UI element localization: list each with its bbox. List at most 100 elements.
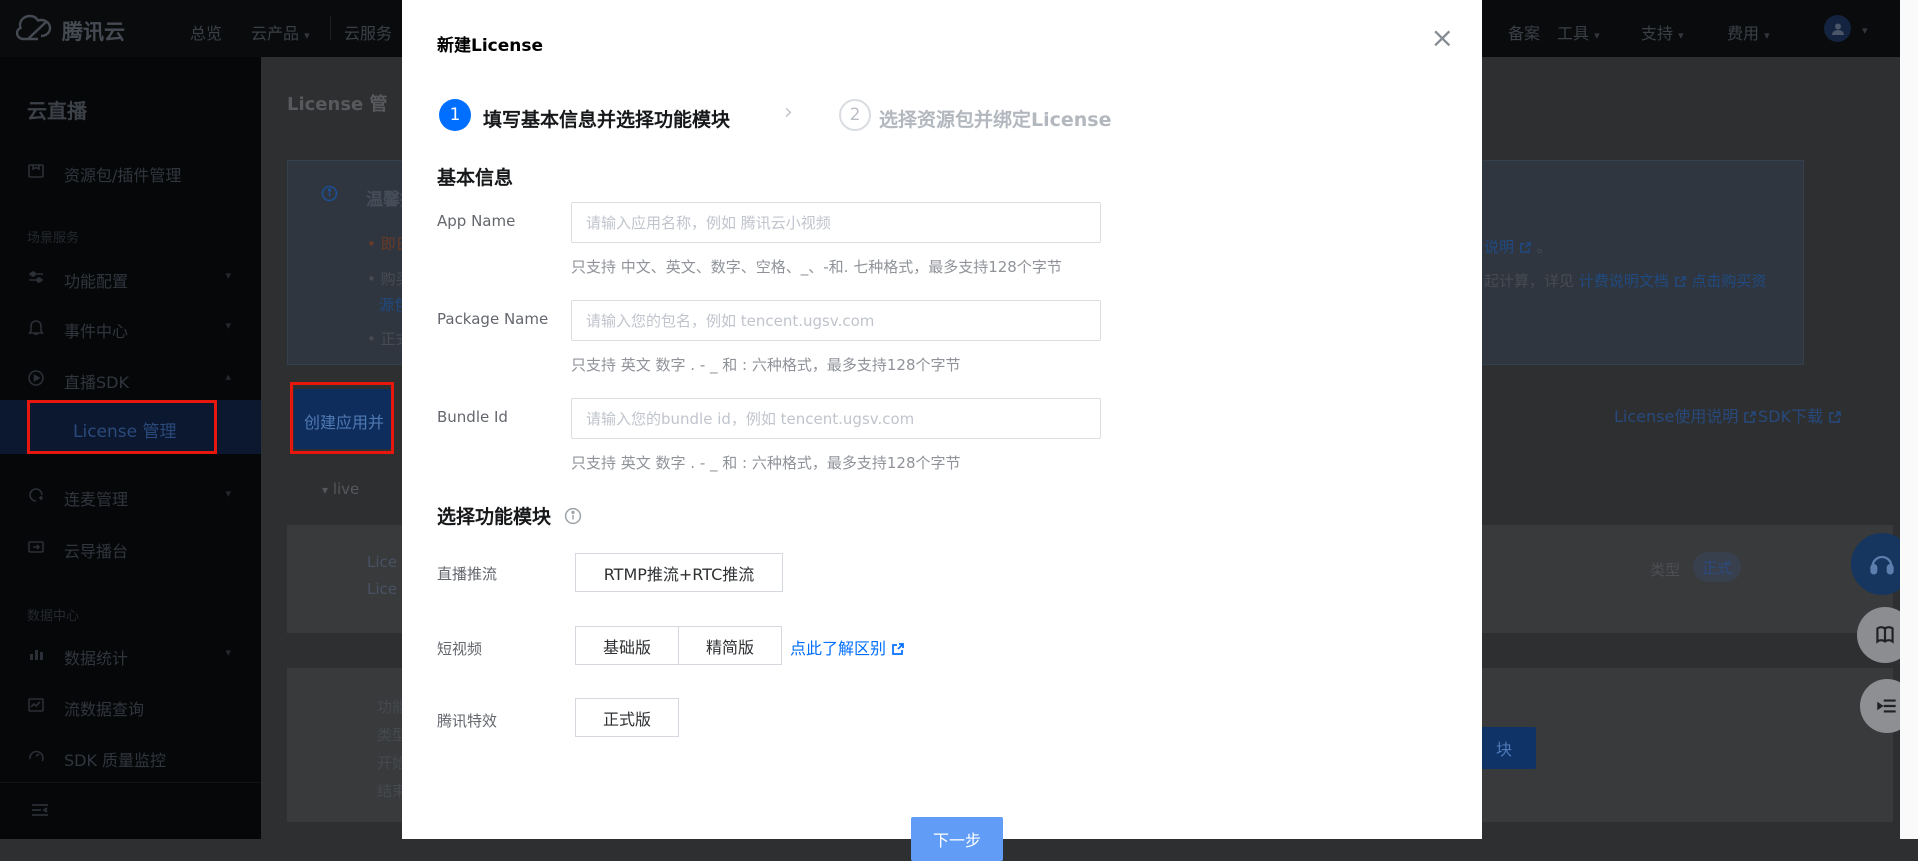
live-group-header[interactable]: ▾ live bbox=[322, 480, 359, 498]
monitor-icon bbox=[27, 538, 45, 556]
short-video-lite-option[interactable]: 精简版 bbox=[678, 626, 782, 665]
sidebar-item-live-sdk[interactable]: 直播SDK ▴ bbox=[0, 368, 261, 392]
info-icon bbox=[321, 185, 338, 206]
avatar[interactable] bbox=[1824, 15, 1851, 42]
step-arrow-icon: › bbox=[784, 100, 793, 125]
step-2-label: 选择资源包并绑定License bbox=[879, 105, 1112, 132]
bell-icon bbox=[27, 318, 45, 336]
external-link-icon bbox=[1674, 274, 1687, 292]
license-doc-link[interactable]: License使用说明 bbox=[1614, 403, 1757, 428]
type-badge: 正式 bbox=[1693, 552, 1741, 582]
chevron-down-icon: ▾ bbox=[225, 487, 231, 500]
list-icon bbox=[1874, 693, 1900, 719]
chevron-down-icon: ▾ bbox=[225, 269, 231, 282]
scrollbar[interactable]: ▲ bbox=[1900, 0, 1918, 839]
gauge-icon bbox=[27, 747, 45, 765]
billing-doc-link[interactable]: 计费说明文档 bbox=[1579, 272, 1669, 290]
sliders-icon bbox=[27, 268, 45, 286]
nav-cloud-server[interactable]: 云服务 bbox=[344, 20, 392, 44]
sidebar-section-scene-services: 场景服务 bbox=[27, 227, 79, 246]
headset-plus-icon bbox=[27, 486, 45, 504]
sidebar-item-feature-config[interactable]: 功能配置 ▾ bbox=[0, 267, 261, 291]
banner-right-line-1: 说明 。 bbox=[1484, 236, 1552, 258]
bar-chart-icon bbox=[27, 645, 45, 663]
nav-beian[interactable]: 备案 bbox=[1508, 20, 1540, 44]
chevron-down-icon: ▾ bbox=[322, 483, 328, 497]
sidebar-item-co-anchoring[interactable]: 连麦管理 ▾ bbox=[0, 485, 261, 509]
bundle-id-input[interactable] bbox=[571, 398, 1101, 439]
external-link-icon bbox=[1519, 240, 1532, 258]
next-step-button[interactable]: 下一步 bbox=[911, 817, 1003, 861]
external-link-icon bbox=[1828, 409, 1842, 428]
nav-cloud-products[interactable]: 云产品 ▾ bbox=[251, 20, 310, 44]
tencent-cloud-logo-icon bbox=[16, 14, 56, 46]
nav-divider bbox=[330, 16, 331, 40]
step-1-label: 填写基本信息并选择功能模块 bbox=[483, 105, 730, 132]
live-push-option[interactable]: RTMP推流+RTC推流 bbox=[575, 553, 783, 592]
chevron-down-icon: ▾ bbox=[225, 646, 231, 659]
app-name-help: 只支持 中文、英文、数字、空格、_、-和. 七种格式，最多支持128个字节 bbox=[571, 256, 1062, 277]
nav-billing[interactable]: 费用 ▾ bbox=[1727, 20, 1770, 44]
sdk-download-link[interactable]: SDK下载 bbox=[1758, 403, 1842, 428]
license-info-fragment: Lice bbox=[367, 553, 397, 571]
chevron-down-icon[interactable]: ▾ bbox=[1862, 24, 1868, 37]
headset-icon bbox=[1868, 550, 1896, 578]
banner-link-fragment[interactable]: 说明 bbox=[1484, 238, 1514, 256]
sidebar-title: 云直播 bbox=[27, 95, 87, 124]
docs-button[interactable] bbox=[1857, 607, 1900, 663]
chevron-up-icon: ▴ bbox=[225, 370, 231, 383]
tencent-effect-option[interactable]: 正式版 bbox=[575, 698, 679, 737]
brand-name[interactable]: 腾讯云 bbox=[62, 16, 125, 46]
chevron-down-icon: ▾ bbox=[225, 319, 231, 332]
external-link-icon bbox=[1743, 409, 1757, 428]
live-push-label: 直播推流 bbox=[437, 563, 497, 584]
nav-overview[interactable]: 总览 bbox=[190, 20, 222, 44]
chevron-down-icon: ▾ bbox=[304, 29, 310, 42]
sidebar-collapse-row[interactable] bbox=[0, 782, 261, 839]
banner-right-line-2: 起计算，详见 计费说明文档 点击购买资 bbox=[1484, 270, 1766, 292]
sidebar-item-event-center[interactable]: 事件中心 ▾ bbox=[0, 317, 261, 341]
chevron-down-icon: ▾ bbox=[1678, 29, 1684, 42]
external-link-icon bbox=[891, 641, 905, 660]
sidebar-item-data-statistics[interactable]: 数据统计 ▾ bbox=[0, 644, 261, 668]
page-title: License 管 bbox=[287, 90, 388, 116]
package-icon bbox=[27, 162, 45, 180]
section-basic-info: 基本信息 bbox=[437, 163, 513, 190]
new-license-modal: 新建License × 1 填写基本信息并选择功能模块 › 2 选择资源包并绑定… bbox=[402, 0, 1482, 839]
short-video-label: 短视频 bbox=[437, 638, 482, 659]
chevron-down-icon: ▾ bbox=[1594, 29, 1600, 42]
type-label: 类型 bbox=[1650, 559, 1680, 580]
package-name-input[interactable] bbox=[571, 300, 1101, 341]
annotation-box-license-menu bbox=[27, 400, 217, 454]
info-icon[interactable] bbox=[564, 507, 582, 530]
close-icon[interactable]: × bbox=[1431, 24, 1454, 52]
section-select-modules: 选择功能模块 bbox=[437, 502, 582, 530]
stream-chart-icon bbox=[27, 696, 45, 714]
modal-title: 新建License bbox=[437, 31, 543, 56]
collapse-sidebar-icon bbox=[30, 801, 50, 823]
tencent-effect-label: 腾讯特效 bbox=[437, 710, 497, 731]
buy-resource-link-fragment[interactable]: 点击购买资 bbox=[1691, 272, 1766, 290]
package-name-label: Package Name bbox=[437, 310, 548, 328]
app-name-input[interactable] bbox=[571, 202, 1101, 243]
nav-tools[interactable]: 工具 ▾ bbox=[1557, 20, 1600, 44]
step-1-circle: 1 bbox=[439, 99, 471, 131]
nav-support[interactable]: 支持 ▾ bbox=[1641, 20, 1684, 44]
sidebar-item-stream-data-query[interactable]: 流数据查询 bbox=[0, 695, 261, 719]
app-name-label: App Name bbox=[437, 212, 515, 230]
license-info-fragment: Lice bbox=[367, 580, 397, 598]
book-icon bbox=[1872, 622, 1898, 648]
short-video-basic-option[interactable]: 基础版 bbox=[575, 626, 679, 665]
step-2-circle: 2 bbox=[839, 99, 871, 131]
annotation-box-create-app bbox=[290, 382, 394, 454]
package-name-help: 只支持 英文 数字 . - _ 和 : 六种格式，最多支持128个字节 bbox=[571, 354, 961, 375]
sidebar-section-data-center: 数据中心 bbox=[27, 605, 79, 624]
bundle-id-label: Bundle Id bbox=[437, 408, 508, 426]
play-circle-icon bbox=[27, 369, 45, 387]
chevron-down-icon: ▾ bbox=[1764, 29, 1770, 42]
bundle-id-help: 只支持 英文 数字 . - _ 和 : 六种格式，最多支持128个字节 bbox=[571, 452, 961, 473]
sidebar-item-resource-packages[interactable]: 资源包/插件管理 bbox=[0, 161, 261, 185]
sidebar-item-sdk-quality-monitor[interactable]: SDK 质量监控 bbox=[0, 746, 261, 770]
sidebar-item-cloud-director[interactable]: 云导播台 bbox=[0, 537, 261, 561]
learn-difference-link[interactable]: 点此了解区别 bbox=[790, 635, 905, 660]
